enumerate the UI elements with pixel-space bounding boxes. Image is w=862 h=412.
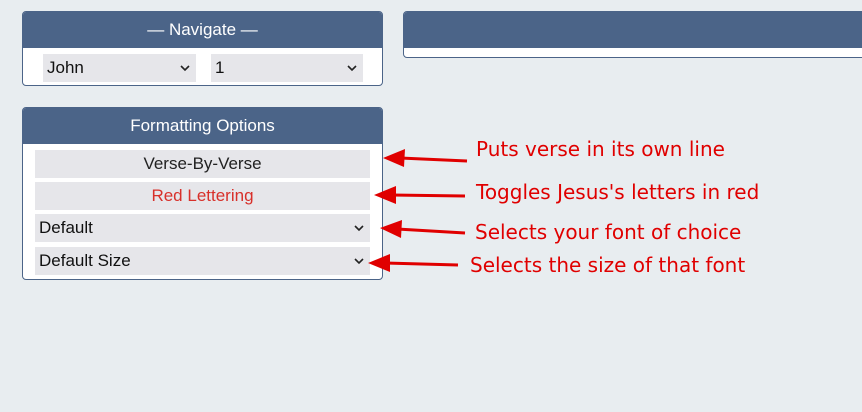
annotation-font: Selects your font of choice <box>475 220 742 244</box>
annotation-size: Selects the size of that font <box>470 253 746 277</box>
arrow-size-head <box>368 254 390 272</box>
arrow-font-head <box>380 220 402 238</box>
arrow-verse-head <box>383 149 405 167</box>
annotation-arrows <box>368 149 468 272</box>
arrow-font <box>396 227 466 235</box>
arrow-verse <box>399 156 468 163</box>
annotation-verse: Puts verse in its own line <box>476 137 725 161</box>
arrow-red-head <box>374 186 396 204</box>
annotation-red: Toggles Jesus's letters in red <box>476 180 760 204</box>
arrow-size <box>384 261 459 267</box>
arrow-red <box>390 193 466 198</box>
